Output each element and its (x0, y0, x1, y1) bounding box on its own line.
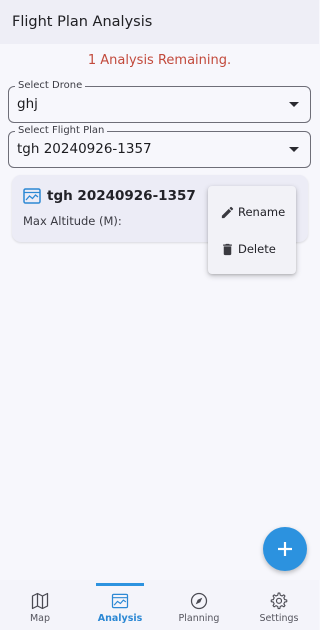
select-flight-plan-value: tgh 20240926-1357 (17, 141, 152, 157)
rename-menu-item[interactable]: Rename (208, 194, 296, 230)
card-title: tgh 20240926-1357 (47, 188, 196, 204)
nav-label-planning: Planning (178, 613, 220, 624)
page-title: Flight Plan Analysis (12, 14, 153, 30)
nav-label-map: Map (29, 613, 51, 624)
select-flight-plan-dropdown[interactable]: Select Flight Plan tgh 20240926-1357 (8, 124, 311, 168)
dropdown-arrow-icon (289, 147, 299, 152)
nav-item-map[interactable]: Map (10, 580, 70, 630)
select-drone-label: Select Drone (15, 79, 86, 93)
nav-item-settings[interactable]: Settings (249, 580, 309, 630)
add-button[interactable] (263, 527, 307, 571)
select-drone-dropdown[interactable]: Select Drone ghj (8, 79, 311, 123)
gear-icon (270, 592, 288, 610)
pencil-icon (221, 206, 234, 218)
card-options-menu: Rename Delete (208, 186, 296, 274)
select-flight-plan-label: Select Flight Plan (15, 124, 108, 138)
plus-icon (278, 542, 292, 556)
delete-menu-item[interactable]: Delete (208, 231, 296, 267)
analysis-icon (111, 593, 129, 609)
rename-label: Rename (238, 205, 286, 219)
navigation-icon (190, 592, 208, 610)
nav-label-settings: Settings (259, 613, 299, 624)
nav-item-analysis[interactable]: Analysis (90, 580, 150, 630)
nav-label-analysis: Analysis (97, 613, 143, 624)
dropdown-arrow-icon (289, 102, 299, 107)
nav-item-planning[interactable]: Planning (169, 580, 229, 630)
delete-label: Delete (238, 242, 276, 256)
bottom-navigation: Map Analysis Planning Settings (0, 580, 319, 630)
analysis-icon (23, 188, 41, 204)
analysis-remaining-text: 1 Analysis Remaining. (87, 53, 232, 68)
trash-icon (223, 243, 232, 255)
max-altitude-label: Max Altitude (M): (23, 214, 122, 228)
select-drone-value: ghj (17, 96, 38, 112)
map-icon (31, 592, 49, 610)
app-bar: Flight Plan Analysis (0, 0, 319, 44)
